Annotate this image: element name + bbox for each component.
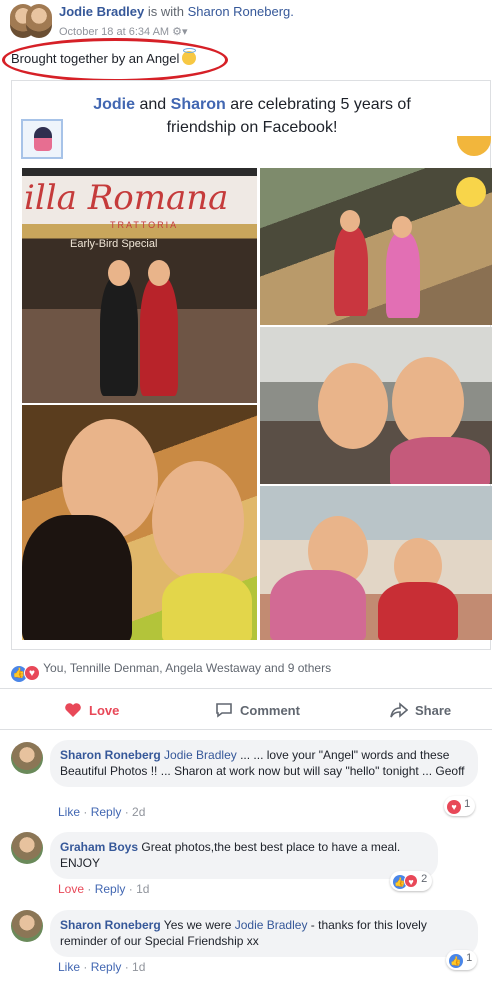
photo-sign-text: illa Romana bbox=[22, 176, 257, 224]
red-highlight-oval bbox=[2, 38, 228, 82]
share-icon bbox=[390, 702, 409, 718]
love-icon: ♥ bbox=[447, 800, 461, 814]
avatar[interactable] bbox=[11, 742, 43, 774]
reaction-summary-text[interactable]: You, Tennille Denman, Angela Westaway an… bbox=[43, 661, 331, 675]
comment-reply-link[interactable]: Reply bbox=[91, 960, 122, 974]
photo-person bbox=[22, 515, 132, 640]
comment-tag[interactable]: Jodie Bradley bbox=[164, 748, 237, 762]
card-and: and bbox=[139, 96, 167, 113]
photo-face bbox=[152, 461, 244, 581]
comment-reaction-count: 1 bbox=[464, 798, 471, 810]
tagged-friend-link[interactable]: Sharon Roneberg. bbox=[188, 4, 294, 19]
divider bbox=[0, 688, 492, 689]
photo-face bbox=[392, 357, 464, 447]
avatar bbox=[26, 4, 52, 38]
photo-restaurant[interactable]: illa Romana TRATTORIA Early-Bird Special bbox=[22, 168, 257, 403]
post-author-avatars[interactable] bbox=[10, 2, 52, 40]
comment-love-link[interactable]: Love bbox=[58, 882, 84, 896]
comment-bubble: Graham Boys Great photos,the best best p… bbox=[50, 832, 438, 879]
photo-face bbox=[392, 216, 412, 238]
post-action-bar: Love Comment Share bbox=[0, 694, 492, 728]
comment-button[interactable]: Comment bbox=[215, 702, 300, 718]
smiley-sticker-icon bbox=[456, 177, 486, 207]
comment-reply-link[interactable]: Reply bbox=[91, 805, 122, 819]
post-header: Jodie Bradley is with Sharon Roneberg. O… bbox=[0, 0, 492, 82]
photo-grandson[interactable] bbox=[260, 486, 492, 640]
comment-reply-link[interactable]: Reply bbox=[95, 882, 126, 896]
comment-actions: Like · Reply · 2d bbox=[58, 805, 146, 819]
card-name1: Jodie bbox=[93, 96, 136, 113]
comment-text: Yes we were bbox=[160, 918, 235, 932]
photo-person bbox=[140, 276, 178, 396]
comment-time[interactable]: 2d bbox=[132, 805, 145, 819]
comment-author[interactable]: Graham Boys bbox=[60, 840, 138, 854]
share-button[interactable]: Share bbox=[390, 702, 451, 718]
share-label: Share bbox=[415, 703, 452, 718]
post-timestamp[interactable]: October 18 at 6:34 AM bbox=[59, 26, 169, 38]
photo-person bbox=[390, 437, 490, 484]
post-author-line: Jodie Bradley is with Sharon Roneberg. bbox=[59, 4, 294, 19]
photo-person bbox=[270, 570, 366, 640]
teacup-icon bbox=[455, 126, 492, 158]
comment-bubble: Sharon Roneberg Jodie Bradley ... ... lo… bbox=[50, 740, 478, 787]
comment-time[interactable]: 1d bbox=[136, 882, 149, 896]
love-button[interactable]: Love bbox=[64, 702, 119, 718]
photo-person bbox=[162, 573, 252, 640]
comment-actions: Like · Reply · 1d bbox=[58, 960, 146, 974]
comment-reaction-badge[interactable]: 👍 1 bbox=[446, 950, 478, 970]
photo-face bbox=[108, 260, 130, 286]
post-meta: October 18 at 6:34 AM ⚙▾ bbox=[59, 25, 188, 38]
avatar[interactable] bbox=[11, 910, 43, 942]
comment-time[interactable]: 1d bbox=[132, 960, 145, 974]
photo-sign-sub: TRATTORIA bbox=[110, 220, 179, 230]
photo-rocks[interactable] bbox=[260, 168, 492, 325]
photo-selfie-cafe[interactable] bbox=[260, 327, 492, 484]
photo-sign-special: Early-Bird Special bbox=[70, 238, 158, 250]
avatar[interactable] bbox=[11, 832, 43, 864]
card-name2: Sharon bbox=[170, 96, 226, 113]
heart-icon bbox=[64, 702, 82, 718]
card-title: Jodie and Sharon are celebrating 5 years… bbox=[72, 93, 432, 139]
comment-bubble: Sharon Roneberg Yes we were Jodie Bradle… bbox=[50, 910, 478, 957]
photo-person bbox=[386, 232, 420, 318]
comment-label: Comment bbox=[240, 703, 300, 718]
photo-face bbox=[318, 363, 388, 449]
comment-like-link[interactable]: Like bbox=[58, 805, 80, 819]
comment-author[interactable]: Sharon Roneberg bbox=[60, 918, 161, 932]
photo-person bbox=[378, 582, 458, 640]
comment-reaction-count: 1 bbox=[466, 952, 473, 964]
photo-person bbox=[334, 226, 368, 316]
comment-like-link[interactable]: Like bbox=[58, 960, 80, 974]
like-icon: 👍 bbox=[449, 954, 463, 968]
comment-tag[interactable]: Jodie Bradley bbox=[235, 918, 308, 932]
comment-reaction-badge[interactable]: ♥ 1 bbox=[444, 796, 476, 816]
love-icon: ♥ bbox=[404, 874, 418, 888]
comment-author[interactable]: Sharon Roneberg bbox=[60, 748, 161, 762]
photo-selfie-night[interactable] bbox=[22, 405, 257, 640]
photo-person bbox=[100, 276, 138, 396]
love-label: Love bbox=[89, 703, 120, 718]
with-text: is with bbox=[147, 4, 185, 19]
picture-frame-icon bbox=[21, 119, 63, 159]
comment-reaction-badge[interactable]: 👍 ♥ 2 bbox=[390, 871, 433, 891]
photo-face bbox=[340, 210, 360, 232]
comment-icon bbox=[215, 702, 233, 718]
love-icon: ♥ bbox=[24, 665, 40, 681]
post-author-name[interactable]: Jodie Bradley bbox=[59, 4, 144, 19]
privacy-icon[interactable]: ⚙▾ bbox=[172, 26, 187, 38]
comment-reaction-count: 2 bbox=[421, 873, 428, 885]
photo-face bbox=[148, 260, 170, 286]
reaction-summary[interactable]: 👍 ♥ You, Tennille Denman, Angela Westaway… bbox=[11, 661, 331, 682]
friendship-card[interactable]: Jodie and Sharon are celebrating 5 years… bbox=[11, 80, 492, 650]
comments-section: Sharon Roneberg Jodie Bradley ... ... lo… bbox=[0, 730, 492, 981]
comment-actions: Love · Reply · 1d bbox=[58, 882, 150, 896]
